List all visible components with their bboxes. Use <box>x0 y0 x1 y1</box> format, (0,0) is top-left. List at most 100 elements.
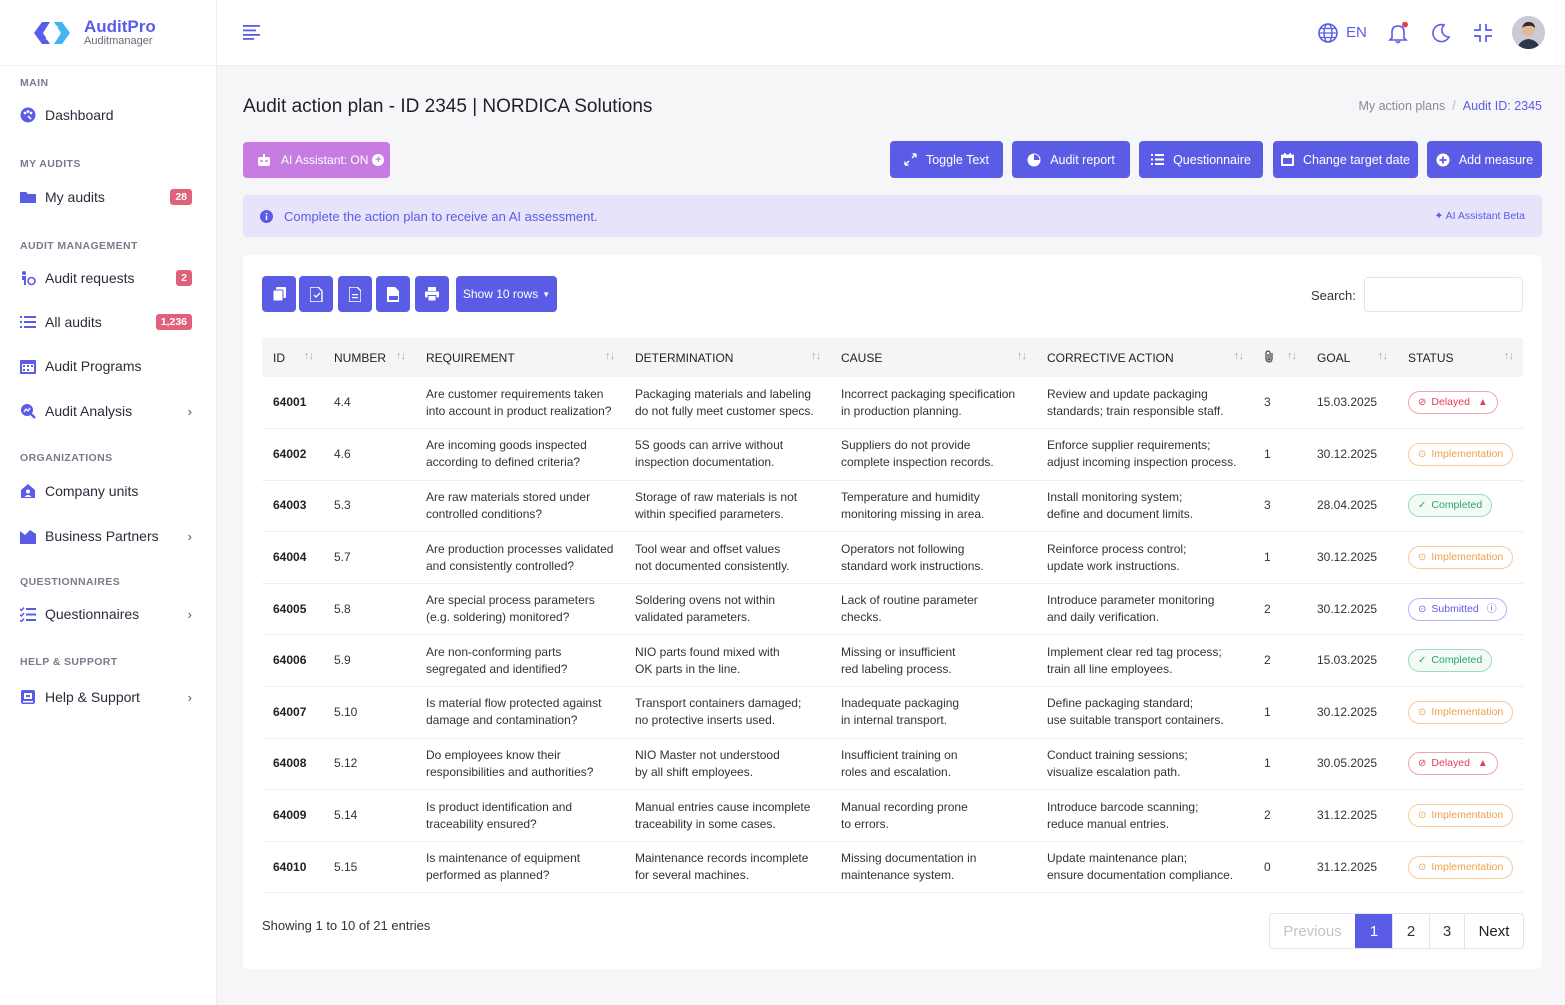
status-icon: ⊙ <box>1418 603 1427 615</box>
sidebar-item-my-audits[interactable]: My audits 28 <box>20 184 192 210</box>
avatar[interactable] <box>1512 16 1545 49</box>
table-row[interactable]: 64003 5.3 Are raw materials stored under co… <box>262 480 1523 533</box>
cell-corrective-action: Reinforce process control; update work in… <box>1036 531 1253 584</box>
table-row[interactable]: 64001 4.4 Are customer requirements taken i… <box>262 377 1523 430</box>
app-name: AuditPro <box>84 16 156 36</box>
sort-icon: ↑↓ <box>1017 350 1027 362</box>
status-badge[interactable]: ⊙ Implementation <box>1408 700 1514 724</box>
cell-attachments: 0 <box>1253 841 1306 894</box>
column-header-status[interactable]: STATUS ↑↓ <box>1397 338 1523 377</box>
column-header-corrective-action[interactable]: CORRECTIVE ACTION ↑↓ <box>1036 338 1253 377</box>
table-row[interactable]: 64009 5.14 Is product identification and tr… <box>262 789 1523 842</box>
status-badge[interactable]: ⊘ Delayed ▲ <box>1408 752 1498 776</box>
list-icon <box>1151 154 1165 165</box>
request-icon <box>22 271 36 286</box>
sidebar-item-audit-programs[interactable]: Audit Programs <box>20 353 192 379</box>
toggle-text-button[interactable]: Toggle Text <box>890 141 1003 178</box>
cell-attachments: 2 <box>1253 789 1306 842</box>
cell-attachments: 2 <box>1253 634 1306 688</box>
change-target-date-button[interactable]: Change target date <box>1273 141 1418 178</box>
column-header-number[interactable]: NUMBER ↑↓ <box>323 338 415 377</box>
sidebar-item-dashboard[interactable]: Dashboard <box>20 102 192 128</box>
table-row[interactable]: 64007 5.10 Is material flow protected agai… <box>262 686 1523 739</box>
logo[interactable]: AuditPro Auditmanager <box>0 0 216 66</box>
cell-corrective-action: Implement clear red tag process; train al… <box>1036 634 1253 688</box>
sidebar-item-business-partners[interactable]: Business Partners › <box>20 523 192 549</box>
notification-bell-icon[interactable] <box>1387 22 1409 44</box>
plus-circle-icon <box>1436 153 1450 166</box>
sort-icon: ↑↓ <box>304 350 314 362</box>
cell-corrective-action: Update maintenance plan; ensure documenta… <box>1036 841 1253 894</box>
status-badge[interactable]: ⊙ Implementation <box>1408 855 1514 879</box>
sidebar-item-all-audits[interactable]: All audits 1,236 <box>20 309 192 335</box>
audit-report-button[interactable]: Audit report <box>1012 141 1130 178</box>
sidebar-item-audit-analysis[interactable]: Audit Analysis › <box>20 398 192 424</box>
button-label: Change target date <box>1302 152 1411 167</box>
cell-status: ⊘ Delayed ▲ <box>1397 377 1523 430</box>
show-rows-dropdown[interactable]: Show 10 rows ▼ <box>456 276 557 312</box>
table-row[interactable]: 64004 5.7 Are production processes validat… <box>262 531 1523 584</box>
analysis-icon <box>21 404 36 419</box>
pagination-page-1[interactable]: 1 <box>1355 914 1392 948</box>
sort-icon: ↑↓ <box>1378 350 1388 362</box>
status-badge[interactable]: ⊙ Implementation <box>1408 546 1514 570</box>
cell-id: 64005 <box>262 583 323 636</box>
status-badge[interactable]: ✓ Completed <box>1408 494 1493 518</box>
pagination-previous[interactable]: Previous <box>1270 914 1355 948</box>
pagination-page-3[interactable]: 3 <box>1429 914 1464 948</box>
sidebar-item-audit-requests[interactable]: Audit requests 2 <box>20 265 192 291</box>
breadcrumb-item[interactable]: My action plans <box>1358 99 1445 113</box>
table-row[interactable]: 64002 4.6 Are incoming goods inspected acco… <box>262 428 1523 481</box>
sidebar-item-questionnaires[interactable]: Questionnaires › <box>20 601 192 627</box>
status-badge[interactable]: ⊙ Submitted ⓘ <box>1408 597 1507 621</box>
search-input[interactable] <box>1364 277 1523 312</box>
table-row[interactable]: 64008 5.12 Do employees know their responsi… <box>262 738 1523 791</box>
table-row[interactable]: 64005 5.8 Are special process parameters (e… <box>262 583 1523 636</box>
globe-icon[interactable] <box>1317 22 1339 44</box>
column-header-determination[interactable]: DETERMINATION ↑↓ <box>624 338 830 377</box>
column-header-goal[interactable]: GOAL ↑↓ <box>1306 338 1397 377</box>
copy-button[interactable] <box>262 276 296 312</box>
column-header-id[interactable]: ID ↑↓ <box>262 338 323 377</box>
status-badge[interactable]: ⊘ Delayed ▲ <box>1408 391 1498 415</box>
export-csv-button[interactable] <box>299 276 333 312</box>
pagination-next[interactable]: Next <box>1464 914 1523 948</box>
column-header-requirement[interactable]: REQUIREMENT ↑↓ <box>415 338 624 377</box>
pagination-page-2[interactable]: 2 <box>1392 914 1429 948</box>
cell-status: ✓ Completed <box>1397 480 1523 533</box>
add-measure-button[interactable]: Add measure <box>1427 141 1542 178</box>
column-header-cause[interactable]: CAUSE ↑↓ <box>830 338 1036 377</box>
cell-id: 64008 <box>262 738 323 791</box>
column-header-attachments[interactable]: ↑↓ <box>1253 338 1306 377</box>
export-excel-button[interactable] <box>338 276 372 312</box>
status-badge[interactable]: ⊙ Implementation <box>1408 804 1514 828</box>
cell-number: 5.8 <box>323 583 415 636</box>
logo-icon <box>34 21 70 44</box>
list-icon <box>20 316 36 328</box>
dashboard-icon <box>20 107 36 123</box>
app-subtitle: Auditmanager <box>84 34 153 47</box>
cell-requirement: Are special process parameters (e.g. sold… <box>415 583 624 636</box>
menu-toggle-icon[interactable] <box>243 24 261 40</box>
status-badge[interactable]: ⊙ Implementation <box>1408 442 1514 466</box>
status-badge[interactable]: ✓ Completed <box>1408 649 1493 673</box>
sidebar-item-company-units[interactable]: Company units <box>20 478 192 504</box>
dark-mode-icon[interactable] <box>1430 22 1452 44</box>
sidebar-item-label: Questionnaires <box>45 606 140 622</box>
table-row[interactable]: 64010 5.15 Is maintenance of equipment perf… <box>262 841 1523 894</box>
collapse-icon[interactable] <box>1472 22 1494 44</box>
questionnaire-button[interactable]: Questionnaire <box>1139 141 1263 178</box>
cell-status: ✓ Completed <box>1397 634 1523 688</box>
sidebar-item-help-support[interactable]: Help & Support › <box>20 684 192 710</box>
print-button[interactable] <box>415 276 449 312</box>
table-row[interactable]: 64006 5.9 Are non-conforming parts segregat… <box>262 634 1523 688</box>
chevron-right-icon: › <box>187 606 192 622</box>
section-main: MAIN <box>20 77 49 89</box>
info-icon <box>260 209 273 223</box>
export-pdf-button[interactable] <box>376 276 410 312</box>
calendar-icon <box>20 360 36 374</box>
printer-icon <box>425 287 439 301</box>
status-icon: ⊘ <box>1418 758 1427 770</box>
ai-assistant-toggle[interactable]: AI Assistant: ON + <box>243 142 390 178</box>
language-selector[interactable]: EN <box>1346 24 1367 41</box>
